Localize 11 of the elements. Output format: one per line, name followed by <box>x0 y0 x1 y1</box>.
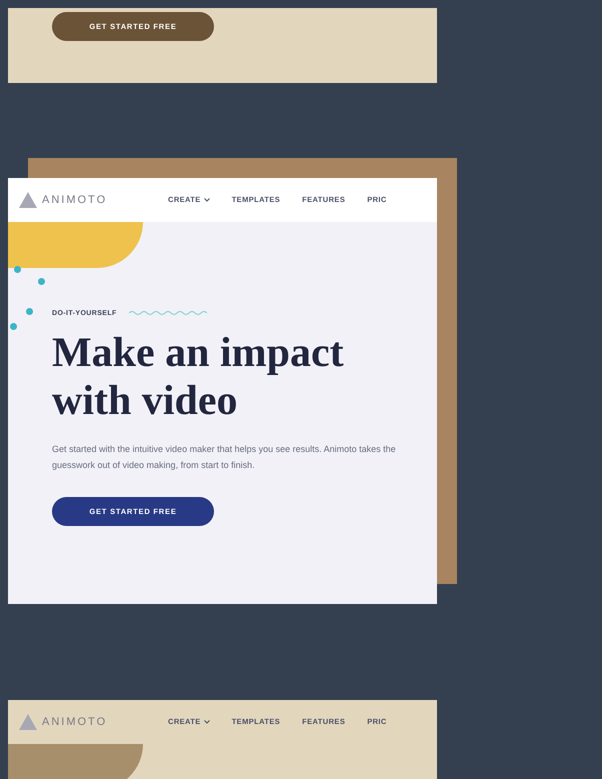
hero-description: Get started with the intuitive video maker that helps you see results. Animoto takes the guesswork out of video making, from start to finish. <box>52 442 397 472</box>
triangle-logo-icon <box>18 712 38 731</box>
decorative-dot <box>26 308 33 315</box>
decorative-dot <box>38 278 45 285</box>
triangle-logo-icon <box>18 190 38 209</box>
wavy-line-icon <box>128 310 207 316</box>
logo-text[interactable]: ANIMOTO <box>42 194 108 206</box>
caret-icon <box>204 198 210 202</box>
decorative-dot <box>10 322 17 330</box>
hero-heading: Make an impact with video <box>52 328 345 425</box>
caret-icon <box>204 720 210 724</box>
